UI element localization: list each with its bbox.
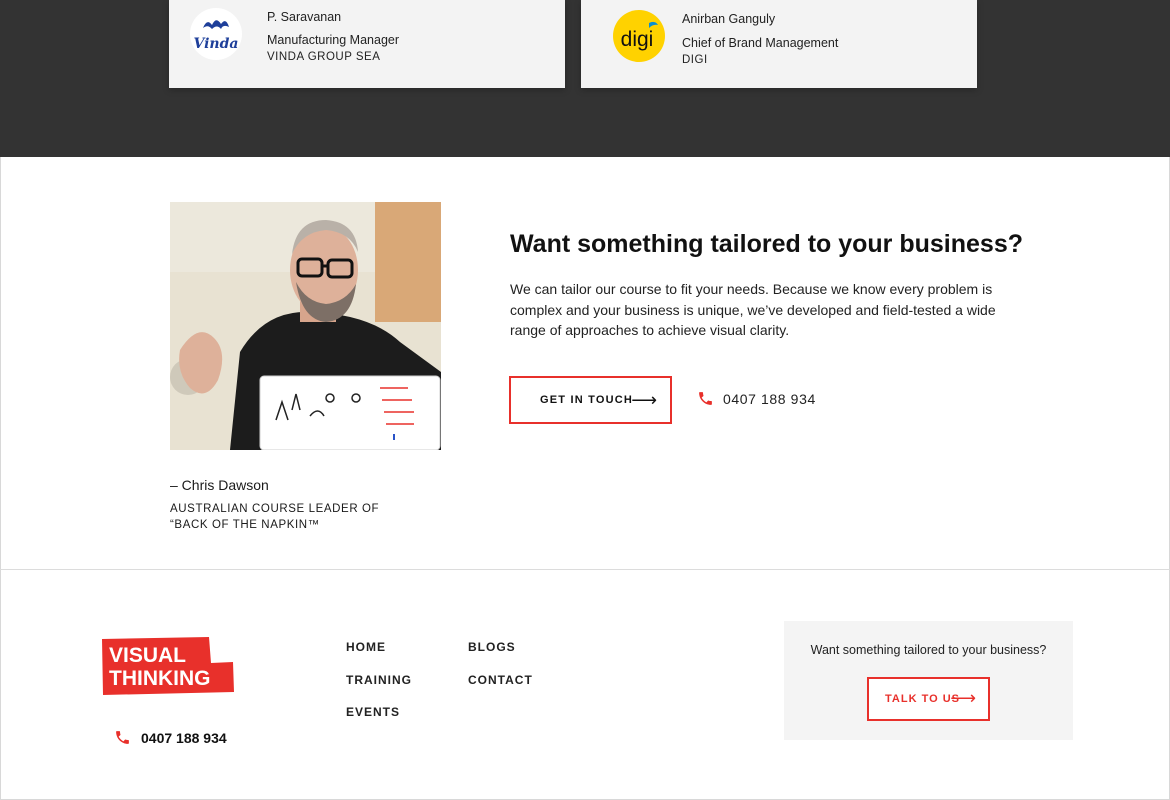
- quote-title-line: “BACK OF THE NAPKIN™: [170, 519, 320, 531]
- visual-thinking-logo[interactable]: VISUAL THINKING: [101, 637, 234, 695]
- footer-nav-home[interactable]: HOME: [346, 640, 386, 654]
- section-divider: [0, 569, 1170, 570]
- footer-cta-text: Want something tailored to your business…: [810, 643, 1047, 657]
- footer-phone-number: 0407 188 934: [141, 729, 227, 746]
- tailored-description: We can tailor our course to fit your nee…: [510, 281, 996, 338]
- svg-text:digi: digi: [621, 28, 654, 51]
- footer-nav-training[interactable]: TRAINING: [346, 673, 412, 687]
- tailored-heading: Want something tailored to your business…: [510, 230, 1024, 258]
- get-in-touch-button[interactable]: GET IN TOUCH ⟶: [509, 376, 672, 424]
- testimonial-card: digi Anirban Ganguly Chief of Brand Mana…: [581, 0, 977, 88]
- svg-text:Vinda: Vinda: [194, 36, 239, 52]
- quote-title-line: AUSTRALIAN COURSE LEADER OF: [170, 503, 380, 515]
- footer-cta-box: Want something tailored to your business…: [784, 621, 1073, 740]
- footer-nav-events[interactable]: EVENTS: [346, 705, 400, 719]
- testimonial-name: Anirban Ganguly: [682, 12, 776, 26]
- phone-icon: [699, 392, 712, 405]
- footer-phone-link[interactable]: 0407 188 934: [114, 729, 227, 746]
- phone-icon: [116, 731, 129, 744]
- instructor-photo: [170, 202, 441, 450]
- page-border-left: [0, 157, 1, 800]
- digi-logo-mark: digi: [621, 21, 658, 51]
- testimonial-role: Chief of Brand Management: [682, 36, 839, 50]
- phone-link[interactable]: 0407 188 934: [697, 390, 816, 407]
- testimonial-name: P. Saravanan: [267, 10, 342, 24]
- arrow-right-icon: ⟶: [631, 390, 657, 410]
- quote-author-title: AUSTRALIAN COURSE LEADER OF “BACK OF THE…: [170, 501, 379, 533]
- svg-text:VISUAL: VISUAL: [109, 644, 186, 667]
- vinda-logo-mark: Vinda: [194, 20, 239, 52]
- footer-nav-contact[interactable]: CONTACT: [468, 673, 533, 687]
- testimonials-band: Vinda P. Saravanan Manufacturing Manager…: [0, 0, 1170, 157]
- phone-number: 0407 188 934: [723, 390, 816, 407]
- talk-to-us-button[interactable]: TALK TO US ⟶: [867, 677, 990, 721]
- testimonial-company: DIGI: [682, 54, 708, 66]
- arrow-right-icon: ⟶: [950, 688, 976, 708]
- talk-to-us-label: TALK TO US: [885, 693, 960, 705]
- testimonial-company: VINDA GROUP SEA: [267, 51, 381, 63]
- testimonial-role: Manufacturing Manager: [267, 33, 400, 47]
- testimonial-card: Vinda P. Saravanan Manufacturing Manager…: [169, 0, 565, 88]
- footer-nav-blogs[interactable]: BLOGS: [468, 640, 516, 654]
- svg-text:THINKING: THINKING: [109, 667, 211, 690]
- get-in-touch-label: GET IN TOUCH: [540, 394, 634, 406]
- quote-author-name: – Chris Dawson: [170, 477, 269, 493]
- digi-logo: digi: [613, 10, 665, 62]
- vinda-logo: Vinda: [190, 8, 242, 60]
